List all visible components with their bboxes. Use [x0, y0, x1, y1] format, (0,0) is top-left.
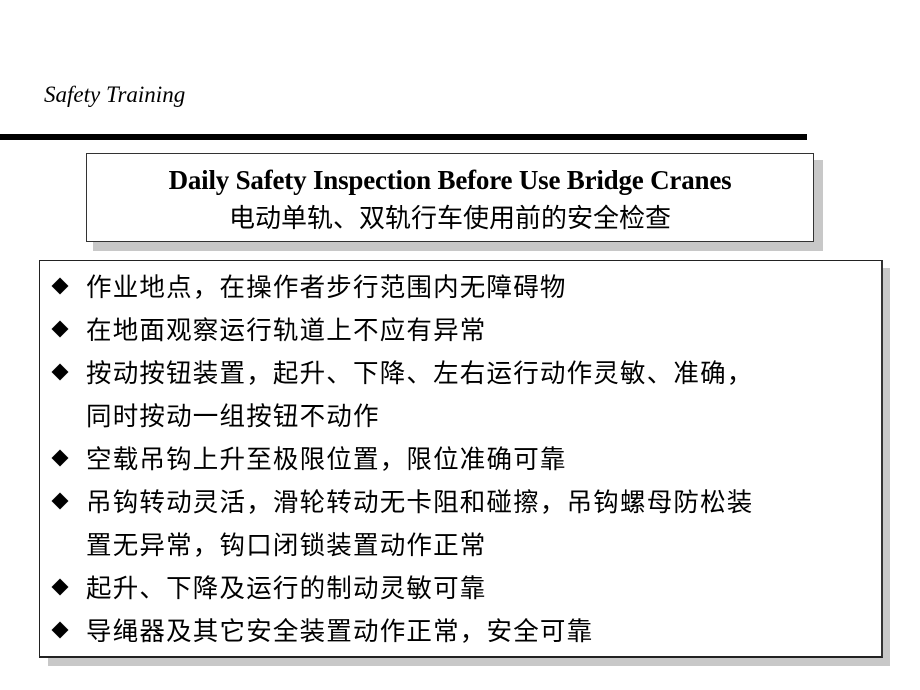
title-chinese: 电动单轨、双轨行车使用前的安全检查	[228, 204, 671, 234]
checklist-item-text: 在地面观察运行轨道上不应有异常	[86, 316, 487, 346]
diamond-bullet-icon	[51, 363, 69, 381]
checklist-item: 在地面观察运行轨道上不应有异常	[40, 310, 881, 353]
checklist-item: 按动按钮装置，起升、下降、左右运行动作灵敏、准确， 同时按动一组按钮不动作	[40, 353, 881, 439]
checklist-item: 导绳器及其它安全装置动作正常，安全可靠	[40, 611, 881, 654]
checklist-item-text: 按动按钮装置，起升、下降、左右运行动作灵敏、准确，	[86, 359, 754, 389]
title-english: Daily Safety Inspection Before Use Bridg…	[168, 165, 732, 195]
title-box: Daily Safety Inspection Before Use Bridg…	[86, 153, 814, 242]
checklist: 作业地点，在操作者步行范围内无障碍物 在地面观察运行轨道上不应有异常 按动按钮装…	[40, 267, 881, 654]
header-divider	[0, 134, 807, 140]
diamond-bullet-icon	[51, 449, 69, 467]
diamond-bullet-icon	[51, 277, 69, 295]
diamond-bullet-icon	[51, 320, 69, 338]
checklist-item: 吊钩转动灵活，滑轮转动无卡阻和碰擦，吊钩螺母防松装 置无异常，钩口闭锁装置动作正…	[40, 482, 881, 568]
checklist-item: 作业地点，在操作者步行范围内无障碍物	[40, 267, 881, 310]
checklist-item: 空载吊钩上升至极限位置，限位准确可靠	[40, 439, 881, 482]
diamond-bullet-icon	[51, 492, 69, 510]
checklist-item-text: 起升、下降及运行的制动灵敏可靠	[86, 574, 487, 604]
checklist-item: 起升、下降及运行的制动灵敏可靠	[40, 568, 881, 611]
diamond-bullet-icon	[51, 578, 69, 596]
checklist-item-text: 吊钩转动灵活，滑轮转动无卡阻和碰擦，吊钩螺母防松装	[86, 488, 754, 518]
checklist-item-text-continued: 置无异常，钩口闭锁装置动作正常	[86, 531, 487, 561]
checklist-item-text-continued: 同时按动一组按钮不动作	[86, 402, 380, 432]
diamond-bullet-icon	[51, 621, 69, 639]
checklist-item-text: 导绳器及其它安全装置动作正常，安全可靠	[86, 617, 594, 647]
checklist-item-text: 作业地点，在操作者步行范围内无障碍物	[86, 273, 567, 303]
checklist-box: 作业地点，在操作者步行范围内无障碍物 在地面观察运行轨道上不应有异常 按动按钮装…	[39, 260, 883, 658]
header-label: Safety Training	[44, 82, 186, 107]
checklist-item-text: 空载吊钩上升至极限位置，限位准确可靠	[86, 445, 567, 475]
